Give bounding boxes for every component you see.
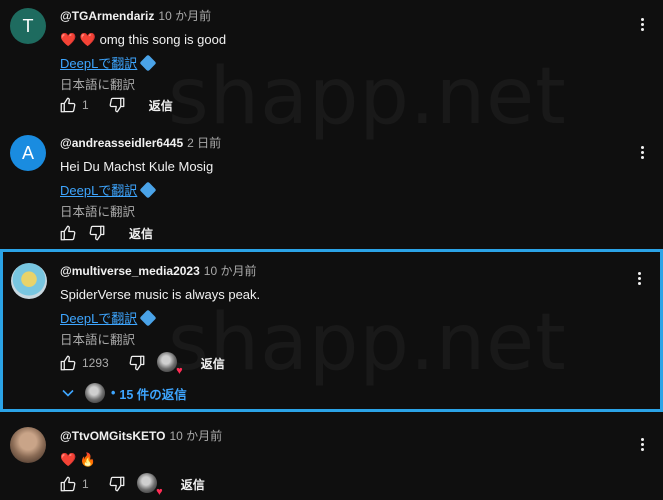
deepl-translate[interactable]: DeepLで翻訳 bbox=[60, 181, 623, 199]
translate-to-japanese-link[interactable]: 日本語に翻訳 bbox=[60, 332, 620, 348]
comment-time[interactable]: 10 か月前 bbox=[204, 264, 257, 278]
comment-text: Hei Du Machst Kule Mosig bbox=[60, 159, 214, 174]
deepl-translate[interactable]: DeepLで翻訳 bbox=[60, 309, 620, 327]
more-options-icon[interactable] bbox=[636, 272, 642, 285]
reply-button[interactable]: 返信 bbox=[201, 355, 225, 372]
like-count: 1 bbox=[82, 477, 89, 491]
highlighted-comment-thread: @multiverse_media2023 10 か月前 SpiderVerse … bbox=[0, 249, 663, 412]
thumbs-down-icon bbox=[109, 97, 125, 113]
dislike-button[interactable] bbox=[127, 353, 147, 373]
deepl-icon bbox=[139, 309, 157, 327]
dislike-button[interactable] bbox=[107, 95, 127, 115]
avatar[interactable] bbox=[10, 427, 46, 463]
comment-text: ❤️ 🔥 bbox=[60, 452, 96, 467]
like-count: 1293 bbox=[82, 356, 109, 370]
chevron-down-icon bbox=[61, 386, 75, 400]
creator-heart-badge: ♥ bbox=[156, 352, 183, 377]
deepl-translate[interactable]: DeepLで翻訳 bbox=[60, 54, 623, 72]
comment-thread: T @TGArmendariz 10 か月前 ❤️ ❤️ omg this son… bbox=[0, 0, 663, 124]
deepl-icon bbox=[139, 181, 157, 199]
author-handle[interactable]: @multiverse_media2023 bbox=[60, 264, 200, 278]
comment-time[interactable]: 2 日前 bbox=[187, 136, 221, 150]
comment-actions: 返信 bbox=[58, 222, 153, 244]
more-options-icon[interactable] bbox=[639, 18, 645, 31]
heart-icon: ♥ bbox=[156, 486, 163, 498]
comment-actions: 1293 ♥ 返信 bbox=[58, 352, 225, 377]
like-button[interactable] bbox=[58, 353, 78, 373]
deepl-icon bbox=[139, 54, 157, 72]
dislike-button[interactable] bbox=[87, 223, 107, 243]
avatar[interactable]: A bbox=[10, 135, 46, 171]
translate-to-japanese-link[interactable]: 日本語に翻訳 bbox=[60, 204, 623, 220]
comment-header: @TGArmendariz 10 か月前 bbox=[60, 8, 623, 24]
comment-time[interactable]: 10 か月前 bbox=[158, 9, 211, 23]
thumbs-down-icon bbox=[109, 476, 125, 492]
thumbs-down-icon bbox=[129, 355, 145, 371]
comment-thread: A @andreasseidler6445 2 日前 Hei Du Machst … bbox=[0, 126, 663, 248]
thumbs-up-icon bbox=[60, 97, 76, 113]
reply-button[interactable]: 返信 bbox=[181, 476, 205, 493]
comment-header: @TtvOMGitsKETO 10 か月前 bbox=[60, 428, 623, 444]
translate-to-japanese-link[interactable]: 日本語に翻訳 bbox=[60, 77, 623, 93]
thumbs-down-icon bbox=[89, 225, 105, 241]
thumbs-up-icon bbox=[60, 355, 76, 371]
heart-icon: ♥ bbox=[176, 365, 183, 377]
comment-actions: 1 返信 bbox=[58, 94, 173, 116]
thumbs-up-icon bbox=[60, 476, 76, 492]
view-replies-button[interactable]: • 15 件の返信 bbox=[61, 383, 187, 403]
deepl-translate-link[interactable]: DeepLで翻訳 bbox=[60, 311, 137, 326]
dislike-button[interactable] bbox=[107, 474, 127, 494]
comment-header: @andreasseidler6445 2 日前 bbox=[60, 135, 623, 151]
avatar[interactable]: T bbox=[10, 8, 46, 44]
comment-time[interactable]: 10 か月前 bbox=[170, 429, 223, 443]
more-options-icon[interactable] bbox=[639, 438, 645, 451]
like-button[interactable] bbox=[58, 223, 78, 243]
replies-count[interactable]: 15 件の返信 bbox=[119, 384, 186, 403]
comment-header: @multiverse_media2023 10 か月前 bbox=[60, 263, 620, 279]
creator-avatar bbox=[136, 473, 157, 493]
author-handle[interactable]: @TtvOMGitsKETO bbox=[60, 429, 166, 443]
more-options-icon[interactable] bbox=[639, 146, 645, 159]
comment-thread: @TtvOMGitsKETO 10 か月前 ❤️ 🔥 1 ♥ 返信 bbox=[0, 420, 663, 500]
like-button[interactable] bbox=[58, 95, 78, 115]
like-count: 1 bbox=[82, 98, 89, 112]
separator-dot: • bbox=[111, 386, 116, 400]
author-handle[interactable]: @andreasseidler6445 bbox=[60, 136, 183, 150]
reply-button[interactable]: 返信 bbox=[129, 225, 153, 242]
comment-actions: 1 ♥ 返信 bbox=[58, 473, 205, 498]
deepl-translate-link[interactable]: DeepLで翻訳 bbox=[60, 183, 137, 198]
comment-text: ❤️ ❤️ omg this song is good bbox=[60, 32, 227, 47]
comment-text: SpiderVerse music is always peak. bbox=[60, 287, 261, 302]
avatar[interactable] bbox=[11, 263, 47, 299]
like-button[interactable] bbox=[58, 474, 78, 494]
reply-button[interactable]: 返信 bbox=[149, 97, 173, 114]
author-handle[interactable]: @TGArmendariz bbox=[60, 9, 154, 23]
deepl-translate-link[interactable]: DeepLで翻訳 bbox=[60, 56, 137, 71]
creator-heart-badge: ♥ bbox=[136, 473, 163, 498]
reply-author-avatar bbox=[85, 383, 105, 403]
creator-avatar bbox=[156, 352, 177, 372]
thumbs-up-icon bbox=[60, 225, 76, 241]
